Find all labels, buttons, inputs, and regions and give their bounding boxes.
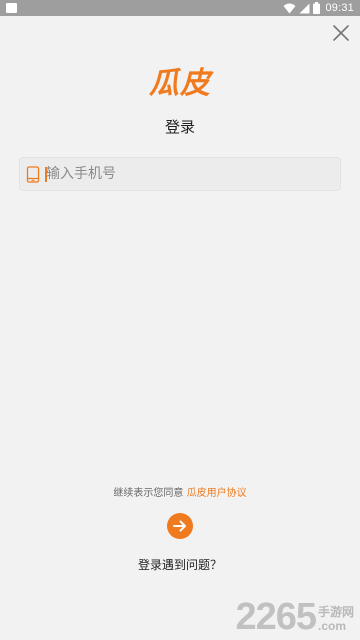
watermark-number: 2265	[235, 596, 317, 638]
watermark-site: 手游网	[317, 605, 354, 619]
submit-button[interactable]	[167, 513, 193, 539]
watermark: 2265 手游网 .com	[235, 592, 354, 636]
page-title: 登录	[164, 118, 195, 136]
status-time: 09:31	[325, 2, 354, 14]
close-icon	[333, 25, 349, 41]
close-button[interactable]	[330, 22, 352, 44]
notification-icon	[6, 3, 17, 13]
user-agreement-link[interactable]: 瓜皮用户协议	[187, 488, 247, 499]
login-help-link[interactable]: 登录遇到问题？	[0, 556, 360, 573]
agreement-prefix: 继续表示您同意	[113, 488, 184, 499]
status-icons: 09:31	[283, 1, 354, 15]
app-logo: 瓜皮	[149, 66, 211, 101]
phone-field[interactable]	[19, 157, 341, 191]
watermark-domain: .com	[317, 619, 346, 633]
signal-icon	[299, 3, 310, 14]
status-bar: 09:31	[0, 0, 360, 16]
battery-icon	[313, 2, 321, 14]
phone-icon	[26, 166, 40, 184]
phone-input[interactable]	[46, 158, 336, 190]
wifi-icon	[283, 3, 296, 14]
agreement-text: 继续表示您同意 瓜皮用户协议	[0, 484, 360, 499]
arrow-right-icon	[173, 520, 186, 532]
